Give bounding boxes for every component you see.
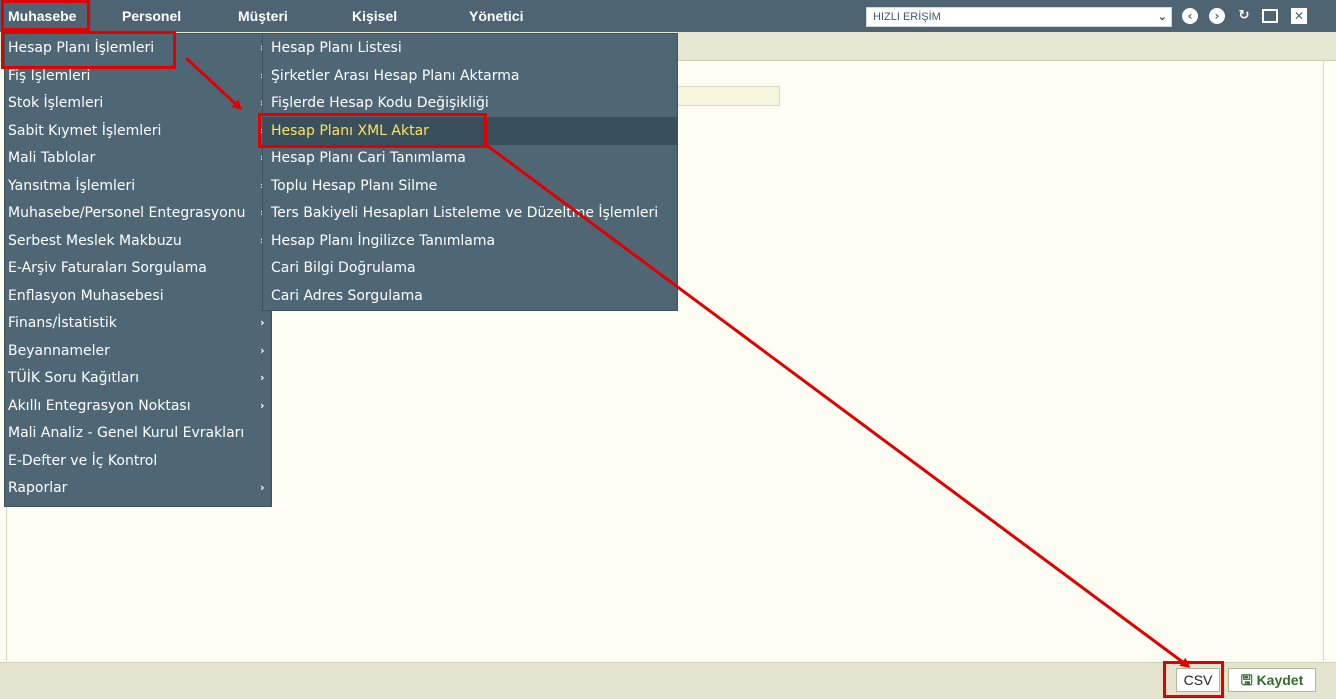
- annotation-arrows: [184, 56, 1191, 668]
- arrow-to-submenu: [184, 56, 243, 111]
- arrow-to-csv: [484, 142, 1191, 668]
